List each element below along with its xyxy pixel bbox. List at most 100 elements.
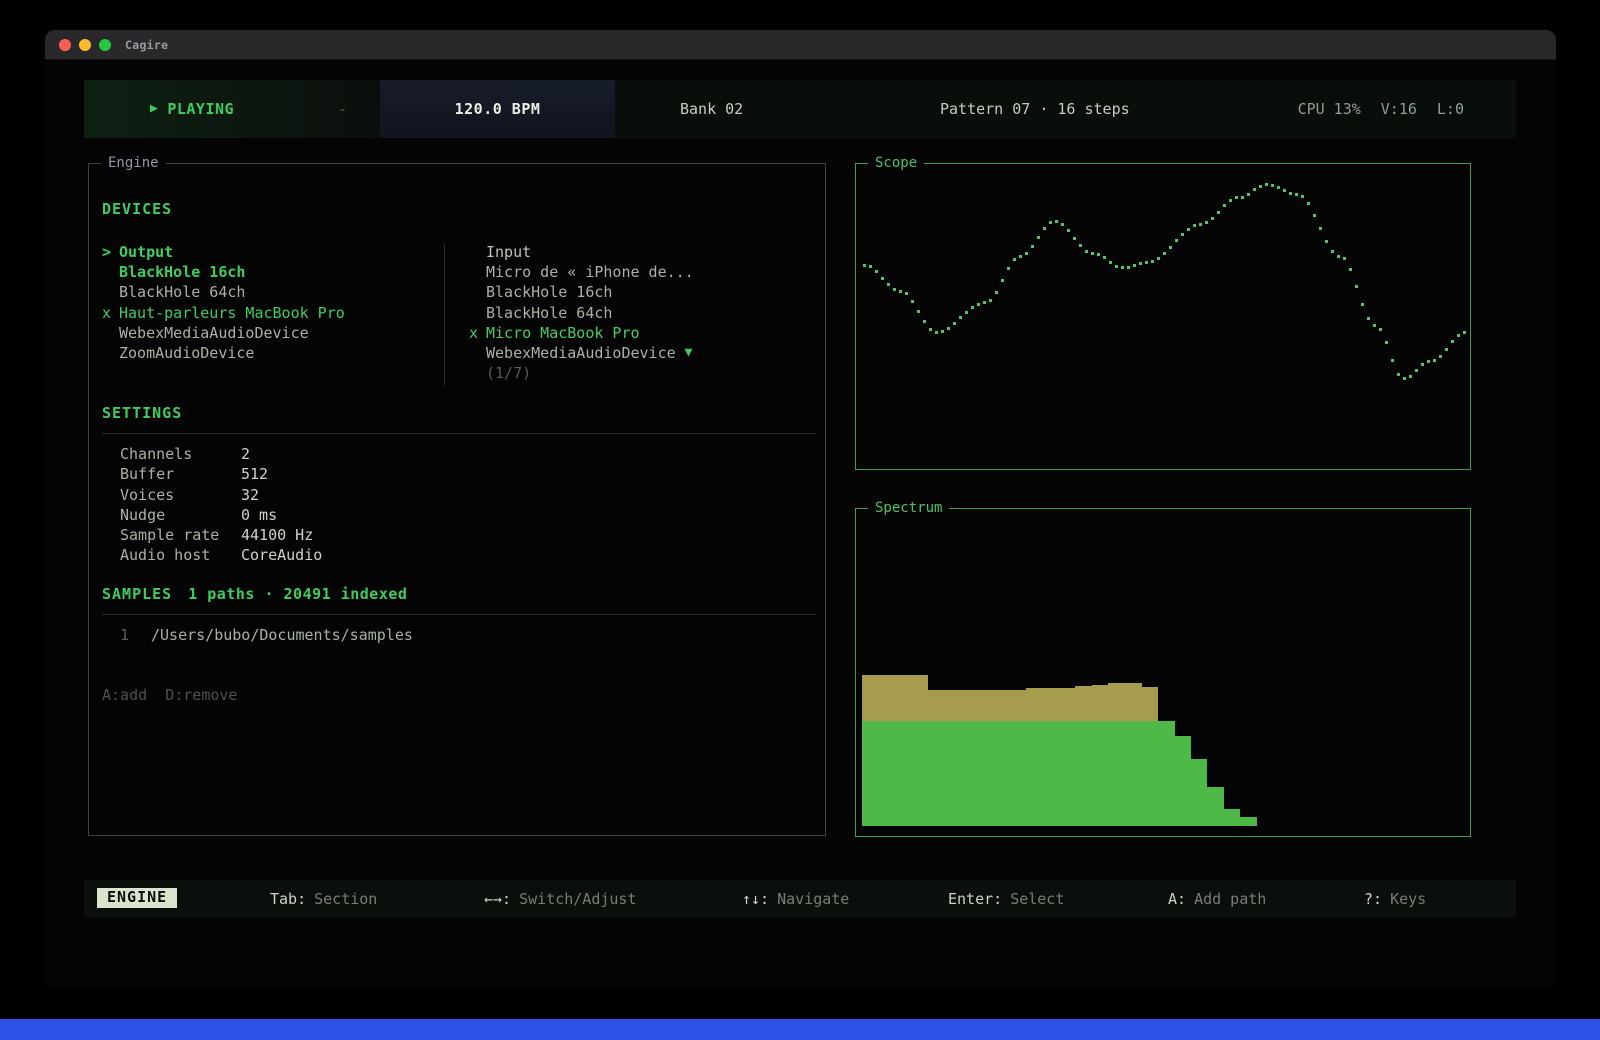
setting-row-buffer[interactable]: Buffer512 — [120, 464, 322, 484]
scope-dot — [899, 290, 902, 293]
scope-dot — [875, 270, 878, 273]
setting-row-nudge[interactable]: Nudge0 ms — [120, 505, 322, 525]
output-device-blackhole-16ch[interactable]: BlackHole 16ch — [102, 262, 437, 282]
app-window: Cagire ▶ PLAYING - 120.0 BPM Bank 02 Pat… — [45, 30, 1556, 988]
scope-dot — [995, 291, 998, 294]
output-device-blackhole-64ch[interactable]: BlackHole 64ch — [102, 282, 437, 302]
device-label: Micro de « iPhone de... — [486, 262, 694, 282]
scope-dot — [887, 283, 890, 286]
spectrum-bar-level — [911, 721, 928, 826]
spectrum-bar — [944, 510, 961, 835]
device-label: ZoomAudioDevice — [119, 343, 254, 363]
spectrum-bar-level — [977, 721, 994, 826]
scope-dot — [1163, 252, 1166, 255]
transport-separator: - — [338, 80, 347, 138]
spectrum-bar-level — [1092, 721, 1109, 826]
scope-dot — [1187, 228, 1190, 231]
scope-dot — [1337, 255, 1340, 258]
spectrum-bar-peak — [862, 675, 879, 721]
shortcut-key: ↑↓: — [742, 890, 769, 908]
input-device-blackhole-64ch[interactable]: BlackHole 64ch — [469, 303, 809, 323]
output-column-header[interactable]: >Output — [102, 242, 437, 262]
samples-heading-line: SAMPLES 1 paths · 20491 indexed — [102, 585, 407, 603]
scope-dot — [1079, 244, 1082, 247]
scope-dot — [1169, 246, 1172, 249]
scope-dot — [1439, 355, 1442, 358]
cpu-usage: CPU 13% — [1298, 100, 1361, 118]
setting-value[interactable]: 32 — [241, 486, 259, 504]
input-device-micro-macbook-pro[interactable]: xMicro MacBook Pro — [469, 323, 809, 343]
input-device-micro-de-iphone-de[interactable]: Micro de « iPhone de... — [469, 262, 809, 282]
scope-dot — [1277, 186, 1280, 189]
device-label: WebexMediaAudioDevice — [119, 323, 309, 343]
settings-list: Channels2Buffer512Voices32Nudge0 msSampl… — [120, 444, 322, 566]
device-label: WebexMediaAudioDevice — [486, 343, 676, 363]
sample-path-row[interactable]: 1/Users/bubo/Documents/samples — [120, 625, 413, 645]
spectrum-bar-peak — [928, 690, 945, 721]
scope-dot — [1145, 261, 1148, 264]
zoom-window-button[interactable] — [99, 39, 111, 51]
setting-value[interactable]: 44100 Hz — [241, 526, 313, 544]
samples-hint: A:add D:remove — [102, 686, 237, 704]
scope-dot — [1319, 227, 1322, 230]
shortcut-keys: ?:Keys — [1364, 880, 1426, 918]
scope-dot — [1097, 253, 1100, 256]
samples-divider — [102, 614, 816, 615]
setting-row-channels[interactable]: Channels2 — [120, 444, 322, 464]
setting-value[interactable]: 0 ms — [241, 506, 277, 524]
scope-dot — [1343, 257, 1346, 260]
setting-value[interactable]: 2 — [241, 445, 250, 463]
spectrum-bar-level — [1075, 721, 1092, 826]
device-columns-divider — [444, 244, 445, 385]
scope-dot — [1265, 183, 1268, 186]
setting-value[interactable]: CoreAudio — [241, 546, 322, 564]
spectrum-bar-peak — [1043, 688, 1060, 721]
scope-dot — [1019, 255, 1022, 258]
scope-dot — [989, 299, 992, 302]
setting-value[interactable]: 512 — [241, 465, 268, 483]
scope-dot — [1397, 373, 1400, 376]
devices-heading: DEVICES — [102, 200, 172, 218]
output-device-zoomaudiodevice[interactable]: ZoomAudioDevice — [102, 343, 437, 363]
input-device-webexmediaaudiodevice[interactable]: WebexMediaAudioDevice ▼ — [469, 343, 809, 363]
setting-label: Nudge — [120, 505, 241, 525]
input-column-header[interactable]: Input — [469, 242, 809, 262]
active-device-marker — [102, 323, 119, 343]
shortcut-label: Keys — [1390, 890, 1426, 908]
scope-dot — [1151, 260, 1154, 263]
scope-dot — [1061, 223, 1064, 226]
scope-dot — [1253, 188, 1256, 191]
scope-dot — [881, 277, 884, 280]
scope-dot — [1205, 221, 1208, 224]
scope-dot — [1409, 375, 1412, 378]
setting-row-sample-rate[interactable]: Sample rate44100 Hz — [120, 525, 322, 545]
spectrum-bar-level — [895, 721, 912, 826]
scope-dot — [941, 330, 944, 333]
device-indicator-icon: ▼ — [685, 343, 693, 363]
mode-badge: ENGINE — [97, 888, 177, 908]
scope-dot — [1427, 360, 1430, 363]
scope-dot — [1295, 193, 1298, 196]
input-device-blackhole-16ch[interactable]: BlackHole 16ch — [469, 282, 809, 302]
active-device-marker — [102, 343, 119, 363]
shortcut-switch-adjust: ←→:Switch/Adjust — [484, 880, 637, 918]
setting-row-voices[interactable]: Voices32 — [120, 485, 322, 505]
shortcut-label: Add path — [1194, 890, 1266, 908]
output-device-webexmediaaudiodevice[interactable]: WebexMediaAudioDevice — [102, 323, 437, 343]
scope-dot — [1433, 359, 1436, 362]
settings-divider — [102, 433, 816, 434]
setting-row-audio-host[interactable]: Audio hostCoreAudio — [120, 545, 322, 565]
active-device-marker — [469, 363, 486, 383]
scope-dot — [953, 322, 956, 325]
spectrum-bar-peak — [1059, 688, 1076, 721]
scope-dot — [1157, 257, 1160, 260]
scope-dot — [1085, 250, 1088, 253]
output-device-haut-parleurs-macbook-pro[interactable]: xHaut-parleurs MacBook Pro — [102, 303, 437, 323]
close-window-button[interactable] — [59, 39, 71, 51]
scope-dot — [1199, 223, 1202, 226]
bank-display: Bank 02 — [680, 80, 743, 138]
minimize-window-button[interactable] — [79, 39, 91, 51]
spectrum-bar — [878, 510, 895, 835]
shortcut-add-path: A:Add path — [1168, 880, 1266, 918]
window-titlebar[interactable]: Cagire — [45, 30, 1556, 60]
